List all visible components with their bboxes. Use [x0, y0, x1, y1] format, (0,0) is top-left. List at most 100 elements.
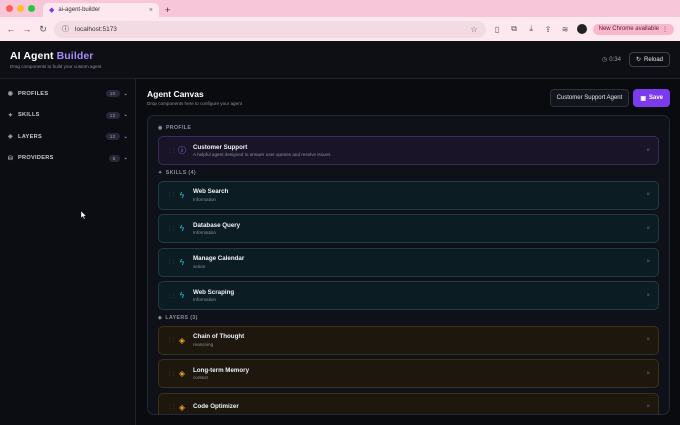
profile-avatar[interactable] — [576, 24, 587, 34]
extension-icon[interactable]: ▯ — [492, 25, 503, 34]
update-label: New Chrome available — [598, 26, 659, 32]
count-badge: 12 — [105, 111, 120, 119]
lightning-icon: ϟ — [179, 224, 185, 233]
card-subtitle: reasoning — [193, 341, 214, 347]
agent-name-field[interactable]: Customer Support Agent — [549, 89, 630, 107]
minimize-window-button[interactable] — [17, 5, 24, 12]
puzzle-icon[interactable]: ⧉ — [509, 24, 520, 34]
close-tab-icon[interactable]: × — [149, 7, 153, 14]
layer-card[interactable]: ⋮⋮ ◈ Code Optimizer × — [158, 392, 659, 414]
drag-handle-icon[interactable]: ⋮⋮ — [167, 371, 176, 377]
site-info-icon[interactable]: ⓘ — [62, 24, 69, 34]
refresh-icon[interactable]: ↻ — [38, 24, 48, 35]
layers-icon: ◈ — [158, 314, 163, 321]
lightning-icon: ϟ — [179, 190, 185, 200]
card-subtitle: Information — [193, 196, 216, 202]
layers-icon: ◈ — [8, 134, 13, 141]
browser-tab[interactable]: ◆ ai-agent-builder × — [43, 3, 159, 17]
maximize-window-button[interactable] — [28, 5, 35, 12]
layers-icon: ◈ — [178, 369, 186, 378]
canvas-title: Agent Canvas — [147, 89, 204, 99]
card-title: Code Optimizer — [193, 402, 239, 410]
remove-icon[interactable]: × — [646, 148, 650, 154]
drag-handle-icon[interactable]: ⋮⋮ — [167, 404, 176, 410]
bookmark-star-icon[interactable]: ☆ — [470, 25, 477, 34]
lightning-icon: ϟ — [179, 257, 185, 267]
layer-card[interactable]: ⋮⋮ ◈ Chain of Thought reasoning × — [158, 325, 659, 355]
remove-icon[interactable]: × — [646, 259, 650, 265]
layer-card[interactable]: ⋮⋮ ◈ Long-term Memory context × — [158, 359, 659, 388]
window-controls — [6, 0, 35, 17]
section-label: PROFILE — [165, 125, 192, 131]
section-label: SKILLS (4) — [165, 169, 196, 176]
card-subtitle: action — [193, 263, 206, 269]
app-header: AI Agent Builder Drag components to buil… — [0, 41, 680, 79]
canvas-subtitle: Drop components here to configure your a… — [147, 101, 242, 106]
drag-handle-icon[interactable]: ⋮⋮ — [167, 293, 176, 299]
drag-handle-icon[interactable]: ⋮⋮ — [167, 226, 176, 232]
component-sidebar: ◉ PROFILES 10 ⌄ ✦ SKILLS 12 ⌄ ◈ LAYERS 1… — [0, 79, 136, 425]
skills-icon: ✦ — [7, 112, 14, 119]
close-window-button[interactable] — [6, 5, 13, 12]
remove-icon[interactable]: × — [646, 371, 650, 377]
forward-icon[interactable]: → — [22, 24, 32, 34]
skill-card[interactable]: ⋮⋮ ϟ Web Search Information × — [158, 180, 659, 210]
card-title: Customer Support — [193, 143, 248, 151]
card-subtitle: context — [193, 375, 208, 381]
save-button[interactable]: ▣ Save — [633, 89, 670, 107]
sidebar-item-skills[interactable]: ✦ SKILLS 12 ⌄ — [0, 105, 135, 127]
skill-card[interactable]: ⋮⋮ ϟ Manage Calendar action × — [158, 247, 659, 277]
remove-icon[interactable]: × — [646, 337, 650, 343]
reload-label: Reload — [643, 56, 663, 63]
remove-icon[interactable]: × — [646, 293, 650, 299]
sidebar-item-layers[interactable]: ◈ LAYERS 12 ⌄ — [0, 126, 135, 148]
remove-icon[interactable]: × — [646, 404, 650, 410]
card-title: Web Search — [193, 188, 229, 196]
chrome-update-button[interactable]: New Chrome available ⋮ — [592, 23, 674, 35]
back-icon[interactable]: ← — [6, 24, 16, 34]
layers-icon: ◈ — [178, 402, 186, 412]
count-badge: 12 — [105, 133, 120, 141]
tab-title: ai-agent-builder — [58, 7, 101, 13]
drop-zone[interactable]: ◉ PROFILE ⋮⋮ ⓘ Customer Support A helpfu… — [147, 115, 670, 415]
browser-tabbar: ◆ ai-agent-builder × + — [0, 0, 680, 17]
skill-card[interactable]: ⋮⋮ ϟ Web Scraping Information × — [158, 281, 659, 310]
sidebar-item-providers[interactable]: ⛁ PROVIDERS 5 ⌄ — [0, 148, 135, 170]
drag-handle-icon[interactable]: ⋮⋮ — [167, 148, 176, 154]
share-icon[interactable]: ⇪ — [543, 25, 554, 34]
cast-icon[interactable]: ≋ — [560, 25, 571, 34]
mouse-cursor-icon — [81, 211, 87, 220]
user-icon: ◉ — [158, 125, 163, 131]
download-icon[interactable]: ⤓ — [526, 24, 537, 34]
session-timer: ◷ 0:34 — [602, 56, 621, 64]
drag-handle-icon[interactable]: ⋮⋮ — [167, 259, 176, 265]
providers-icon: ⛁ — [7, 155, 14, 162]
sidebar-item-profiles[interactable]: ◉ PROFILES 10 ⌄ — [0, 83, 135, 105]
count-badge: 5 — [108, 154, 120, 162]
layers-icon: ◈ — [178, 335, 186, 345]
user-icon: ◉ — [7, 91, 14, 98]
drag-handle-icon[interactable]: ⋮⋮ — [167, 337, 176, 343]
menu-dots-icon: ⋮ — [662, 26, 668, 33]
drag-handle-icon[interactable]: ⋮⋮ — [167, 192, 176, 198]
app-favicon-icon: ◆ — [49, 7, 55, 14]
reload-button[interactable]: ↻ Reload — [628, 52, 670, 67]
card-title: Database Query — [193, 221, 241, 229]
lightning-icon: ϟ — [179, 291, 185, 300]
card-title: Chain of Thought — [193, 333, 245, 341]
agent-canvas: Agent Canvas Drop components here to con… — [136, 79, 680, 425]
clock-icon: ◷ — [602, 57, 608, 63]
save-label: Save — [648, 95, 663, 101]
save-icon: ▣ — [640, 95, 646, 102]
chevron-down-icon: ⌄ — [123, 155, 128, 162]
new-tab-icon[interactable]: + — [165, 3, 170, 17]
skill-card[interactable]: ⋮⋮ ϟ Database Query Information × — [158, 214, 659, 243]
remove-icon[interactable]: × — [646, 192, 650, 198]
profile-card[interactable]: ⋮⋮ ⓘ Customer Support A helpful agent de… — [158, 136, 659, 165]
card-title: Manage Calendar — [193, 255, 245, 263]
address-bar[interactable]: ⓘ localhost:5173 ☆ — [54, 20, 486, 38]
sidebar-item-label: PROVIDERS — [18, 155, 54, 162]
remove-icon[interactable]: × — [646, 226, 650, 232]
skills-icon: ✦ — [158, 169, 163, 176]
browser-toolbar: ← → ↻ ⓘ localhost:5173 ☆ ▯ ⧉ ⤓ ⇪ ≋ New C… — [0, 17, 680, 41]
